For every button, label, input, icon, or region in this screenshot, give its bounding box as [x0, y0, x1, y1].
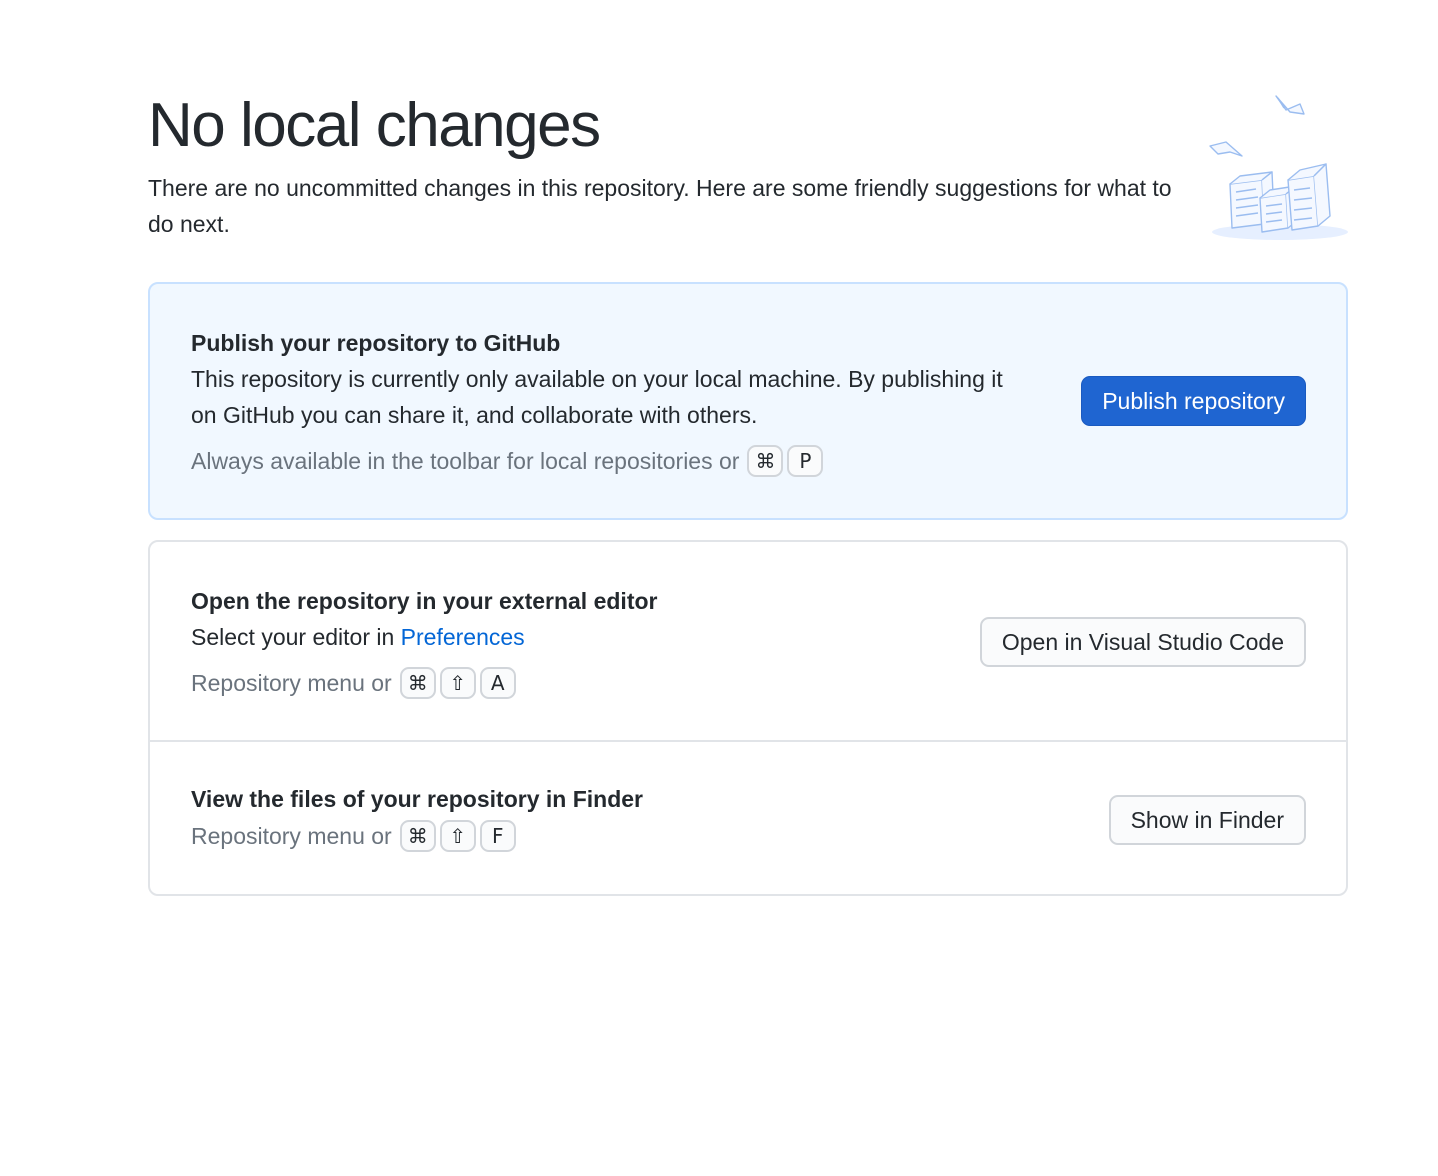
editor-row: Open the repository in your external edi… — [150, 542, 1346, 742]
open-in-editor-button[interactable]: Open in Visual Studio Code — [979, 617, 1306, 667]
page-title: No local changes — [148, 91, 601, 160]
editor-shortcut: ⌘ ⇧ A — [399, 667, 520, 699]
publish-shortcut: ⌘ P — [747, 445, 827, 477]
p-key: P — [787, 445, 824, 477]
editor-hint: Repository menu or ⌘ ⇧ A — [191, 666, 520, 700]
a-key: A — [479, 667, 516, 699]
command-key-icon: ⌘ — [399, 820, 436, 852]
editor-description: Select your editor in Preferences — [191, 619, 1011, 655]
page-subtitle: There are no uncommitted changes in this… — [148, 175, 1172, 237]
editor-title: Open the repository in your external edi… — [191, 588, 658, 614]
finder-row: View the files of your repository in Fin… — [150, 742, 1346, 894]
shift-key-icon: ⇧ — [439, 820, 476, 852]
shift-key-icon: ⇧ — [439, 667, 476, 699]
f-key: F — [479, 820, 516, 852]
finder-shortcut: ⌘ ⇧ F — [399, 820, 520, 852]
publish-description: This repository is currently only availa… — [191, 366, 1003, 428]
publish-hint-text: Always available in the toolbar for loca… — [191, 448, 740, 474]
editor-description-text: Select your editor in — [191, 624, 401, 650]
finder-hint-text: Repository menu or — [191, 823, 392, 849]
empty-repository-illustration-icon — [1209, 95, 1348, 240]
show-in-finder-button[interactable]: Show in Finder — [1108, 795, 1306, 845]
publish-row: Publish your repository to GitHub This r… — [150, 284, 1346, 518]
editor-hint-text: Repository menu or — [191, 670, 392, 696]
preferences-link[interactable]: Preferences — [401, 624, 525, 650]
command-key-icon: ⌘ — [747, 445, 784, 477]
command-key-icon: ⌘ — [399, 667, 436, 699]
finder-title: View the files of your repository in Fin… — [191, 786, 643, 812]
publish-hint: Always available in the toolbar for loca… — [191, 444, 827, 478]
actions-card: Open the repository in your external edi… — [148, 540, 1348, 896]
finder-hint: Repository menu or ⌘ ⇧ F — [191, 819, 520, 853]
publish-repository-button[interactable]: Publish repository — [1081, 376, 1306, 426]
publish-title: Publish your repository to GitHub — [191, 330, 561, 356]
publish-card: Publish your repository to GitHub This r… — [148, 282, 1348, 520]
